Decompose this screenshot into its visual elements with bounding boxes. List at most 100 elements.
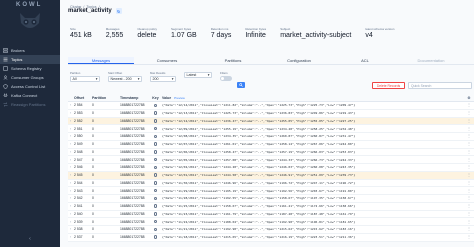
- more-icon[interactable]: ⋮: [464, 173, 474, 177]
- preview-link[interactable]: Preview: [174, 96, 185, 100]
- table-row[interactable]: › 2 542 0 1668801722788 {"Date":"11/28/2011"…: [68, 195, 474, 203]
- tab-messages[interactable]: Messages: [68, 57, 134, 64]
- column-partition[interactable]: Partition: [92, 96, 120, 100]
- start-offset-filter: Start Offset Newest - 200 ▾: [108, 71, 142, 82]
- stat-label: Retention bytes: [245, 27, 267, 31]
- cell-partition: 0: [92, 188, 94, 193]
- tab-consumers[interactable]: Consumers: [134, 57, 200, 64]
- cell-offset: 2 550: [74, 134, 83, 139]
- deserializer-select[interactable]: Latest ▾: [184, 72, 212, 78]
- cell-timestamp: 1668801722788: [120, 118, 145, 123]
- chevron-left-icon[interactable]: ‹: [26, 236, 34, 242]
- sidebar-item-topics[interactable]: Topics: [0, 55, 60, 64]
- stat-label: Retention ms: [210, 27, 229, 31]
- sidebar-item-consumer-groups[interactable]: Consumer Groups: [0, 73, 60, 82]
- filter-label: Partition: [70, 71, 81, 75]
- max-results-select[interactable]: 200 ▾: [150, 76, 176, 82]
- partition-select[interactable]: All ▾: [70, 76, 100, 82]
- cell-offset: 2 539: [74, 219, 83, 224]
- more-icon[interactable]: ⋮: [464, 142, 474, 146]
- start-offset-select[interactable]: Newest - 200 ▾: [108, 76, 142, 82]
- cell-timestamp: 1668801722788: [120, 196, 145, 201]
- cell-value: {"Date":"11/30/2011","CloseLast":"1246.9…: [162, 180, 356, 185]
- tab-configuration[interactable]: Configuration: [266, 57, 332, 64]
- table-row[interactable]: › 2 548 0 1668801722788 {"Date":"12/06/2011"…: [68, 148, 474, 157]
- more-icon[interactable]: ⋮: [464, 127, 474, 131]
- cell-timestamp: 1668801722788: [120, 211, 145, 216]
- sidebar: KOWL Brokers Topics Schema Registry Cons…: [0, 0, 60, 247]
- filter-label: Filters: [220, 71, 228, 75]
- stat-label: latest schema version: [365, 27, 395, 31]
- more-icon[interactable]: ⋮: [464, 235, 474, 239]
- empty-key-icon: [153, 103, 158, 108]
- empty-key-icon: [153, 111, 158, 115]
- more-icon[interactable]: ⋮: [464, 212, 474, 216]
- more-icon[interactable]: ⋮: [464, 119, 474, 123]
- gear-icon[interactable]: ⚙: [464, 96, 474, 100]
- tab-acl[interactable]: ACL: [332, 57, 398, 64]
- cell-timestamp: 1668801722788: [120, 235, 145, 240]
- table-row[interactable]: › 2 550 0 1668801722788 {"Date":"12/08/2011"…: [68, 133, 474, 141]
- cell-offset: 2 554: [74, 103, 83, 108]
- more-icon[interactable]: ⋮: [464, 111, 474, 115]
- sidebar-item-schema-registry[interactable]: Schema Registry: [0, 64, 60, 73]
- column-key[interactable]: Key: [149, 96, 162, 100]
- more-icon[interactable]: ⋮: [464, 181, 474, 185]
- cell-key: [149, 119, 162, 123]
- table-row[interactable]: › 2 554 0 1668801722788 {"Date":"12/14/2011"…: [68, 102, 474, 110]
- sidebar-item-kafka-connect[interactable]: Kafka Connect: [0, 91, 60, 100]
- more-icon[interactable]: ⋮: [464, 150, 474, 154]
- delete-records-button[interactable]: Delete Records: [372, 82, 405, 89]
- cell-partition: 0: [92, 149, 94, 154]
- table-row[interactable]: › 2 543 0 1668801722788 {"Date":"11/29/2011"…: [68, 187, 474, 195]
- cell-value: {"Date":"12/09/2011","CloseLast":"1255.1…: [162, 126, 356, 131]
- more-icon[interactable]: ⋮: [464, 227, 474, 231]
- cell-partition: 0: [92, 196, 94, 201]
- column-offset[interactable]: Offset: [73, 96, 92, 100]
- search-button[interactable]: [237, 82, 245, 88]
- more-icon[interactable]: ⋮: [464, 220, 474, 224]
- select-value: Newest - 200: [110, 77, 132, 81]
- cell-partition: 0: [92, 126, 94, 131]
- cell-partition: 0: [92, 235, 94, 240]
- more-icon[interactable]: ⋮: [464, 158, 474, 162]
- more-icon[interactable]: ⋮: [464, 196, 474, 200]
- column-timestamp[interactable]: Timestamp: [120, 96, 149, 100]
- sidebar-item-label: Schema Registry: [11, 66, 42, 71]
- more-icon[interactable]: ⋮: [464, 103, 474, 107]
- partition-filter: Partition All ▾: [70, 71, 100, 82]
- more-icon[interactable]: ⋮: [464, 204, 474, 208]
- table-row[interactable]: › 2 553 0 1668801722788 {"Date":"12/13/2011"…: [68, 109, 474, 118]
- stat-value: Infinite: [245, 32, 266, 39]
- cell-partition: 0: [92, 118, 94, 123]
- cell-key: [149, 165, 162, 170]
- table-row[interactable]: › 2 546 0 1668801722788 {"Date":"12/02/2011"…: [68, 164, 474, 172]
- table-row[interactable]: › 2 549 0 1668801722788 {"Date":"12/07/2011"…: [68, 140, 474, 149]
- filters-toggle[interactable]: [220, 76, 232, 81]
- sidebar-item-brokers[interactable]: Brokers: [0, 46, 60, 55]
- table-row[interactable]: › 2 545 0 1668801722788 {"Date":"12/01/2011"…: [68, 171, 474, 180]
- table-row[interactable]: › 2 540 0 1668801722788 {"Date":"11/23/2011"…: [68, 210, 474, 219]
- refresh-icon[interactable]: ↻: [115, 8, 122, 14]
- table-row[interactable]: › 2 544 0 1668801722788 {"Date":"11/30/2011"…: [68, 179, 474, 188]
- chevron-down-icon: ▾: [137, 77, 140, 81]
- tab-partitions[interactable]: Partitions: [200, 57, 266, 64]
- table-row[interactable]: › 2 539 0 1668801722788 {"Date":"11/22/2011"…: [68, 218, 474, 226]
- cell-offset: 2 542: [74, 196, 83, 201]
- table-row[interactable]: › 2 552 0 1668801722788 {"Date":"12/12/2011"…: [68, 117, 474, 126]
- cell-value: {"Date":"11/22/2011","CloseLast":"1188.0…: [162, 219, 356, 224]
- table-row[interactable]: › 2 537 0 1668801722788 {"Date":"11/18/2011"…: [68, 233, 474, 242]
- table-row[interactable]: › 2 547 0 1668801722788 {"Date":"12/05/2011"…: [68, 156, 474, 164]
- sidebar-item-reassign-partitions[interactable]: Reassign Partitions: [0, 100, 60, 109]
- chevron-down-icon: ▾: [95, 77, 98, 81]
- table-row[interactable]: › 2 538 0 1668801722788 {"Date":"11/21/2011"…: [68, 226, 474, 234]
- more-icon[interactable]: ⋮: [464, 134, 474, 138]
- cell-partition: 0: [92, 180, 94, 185]
- more-icon[interactable]: ⋮: [464, 189, 474, 193]
- quick-search-input[interactable]: Quick Search: [408, 82, 472, 89]
- table-row[interactable]: › 2 551 0 1668801722788 {"Date":"12/09/2011"…: [68, 125, 474, 133]
- search-icon: [239, 83, 243, 87]
- sidebar-item-acl[interactable]: Access Control List: [0, 82, 60, 91]
- table-row[interactable]: › 2 541 0 1668801722788 {"Date":"11/25/2011"…: [68, 202, 474, 211]
- more-icon[interactable]: ⋮: [464, 165, 474, 169]
